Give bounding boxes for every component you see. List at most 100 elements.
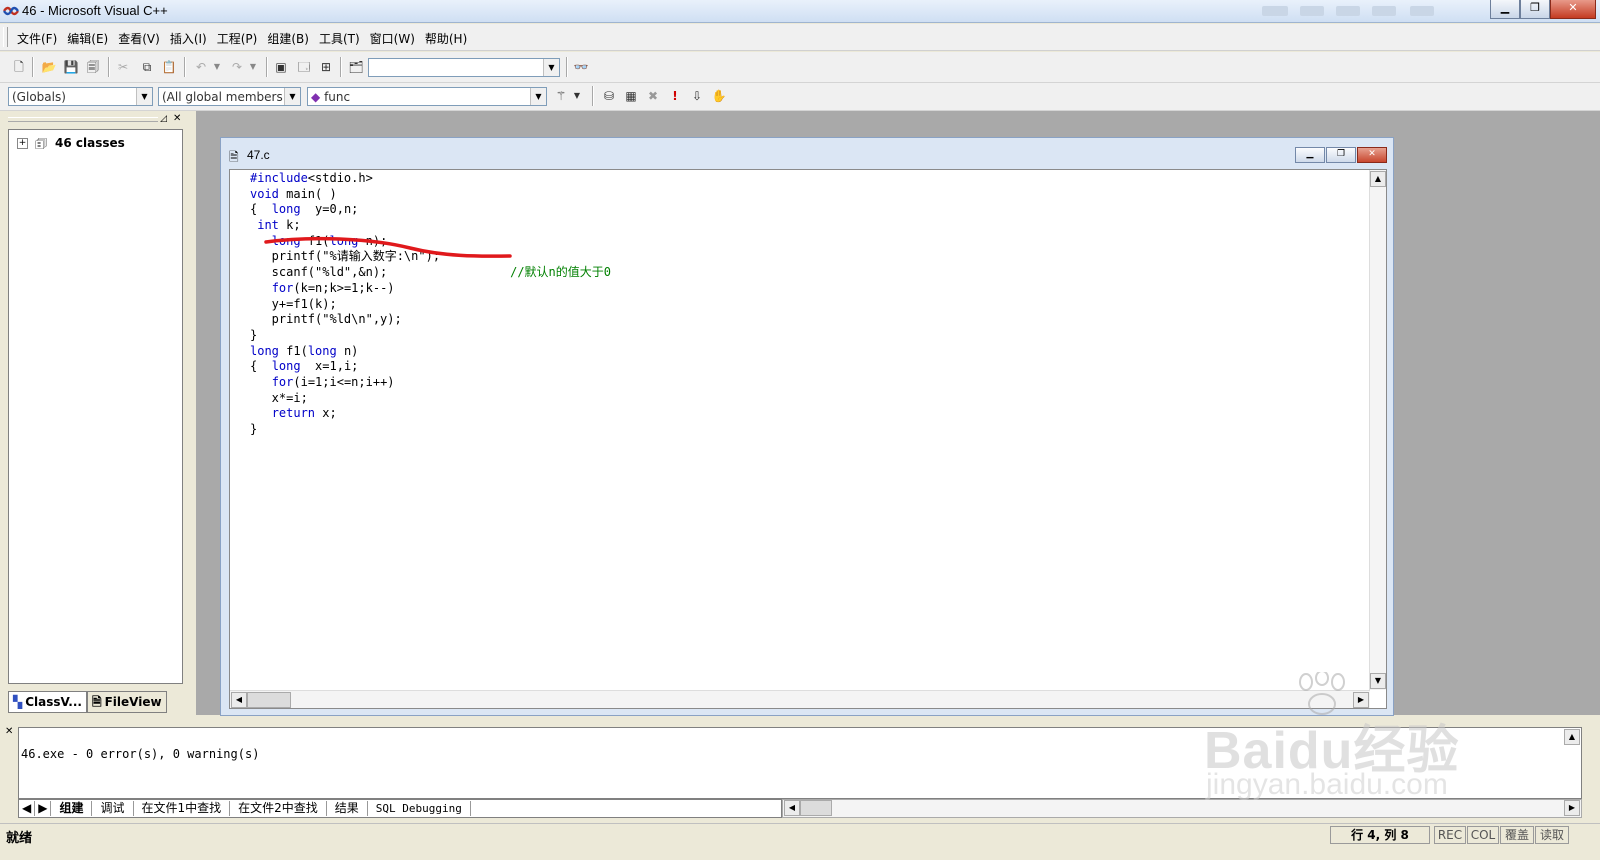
tree-root-label[interactable]: 46 classes bbox=[55, 136, 125, 150]
code-line[interactable]: } bbox=[250, 422, 611, 438]
menu-edit[interactable]: 编辑(E) bbox=[62, 30, 113, 47]
code-editor[interactable]: #include<stdio.h> void main( ){ long y=0,… bbox=[229, 169, 1387, 709]
scroll-left-button[interactable]: ◀ bbox=[784, 800, 800, 816]
execute-button[interactable]: ! bbox=[666, 87, 684, 105]
doc-maximize-button[interactable]: ❐ bbox=[1326, 147, 1356, 163]
chevron-down-icon[interactable]: ▼ bbox=[530, 88, 546, 105]
tab-sql-debugging[interactable]: SQL Debugging bbox=[368, 801, 471, 816]
menu-project[interactable]: 工程(P) bbox=[212, 30, 263, 47]
tab-classview[interactable]: ▚ ClassV... bbox=[8, 691, 87, 713]
find-in-files-button[interactable]: 🗂 bbox=[347, 58, 365, 76]
go-button[interactable]: ⇩ bbox=[688, 87, 706, 105]
vertical-scrollbar[interactable]: ▲ ▼ bbox=[1369, 170, 1386, 690]
menu-window[interactable]: 窗口(W) bbox=[365, 30, 420, 47]
menu-tools[interactable]: 工具(T) bbox=[314, 30, 365, 47]
output-text-area[interactable]: 46.exe - 0 error(s), 0 warning(s) ▲ bbox=[18, 727, 1582, 799]
paste-button[interactable]: 📋 bbox=[160, 58, 178, 76]
restore-icon: ◿ bbox=[160, 114, 167, 124]
tab-find-in-files-2[interactable]: 在文件2中查找 bbox=[230, 801, 327, 816]
code-line[interactable]: { long y=0,n; bbox=[250, 202, 611, 218]
code-line[interactable]: { long x=1,i; bbox=[250, 359, 611, 375]
scroll-left-button[interactable]: ◀ bbox=[231, 692, 247, 708]
chevron-down-icon[interactable]: ▼ bbox=[136, 88, 152, 105]
menu-build[interactable]: 组建(B) bbox=[262, 30, 314, 47]
scroll-right-button[interactable]: ▶ bbox=[1353, 692, 1369, 708]
cut-button[interactable]: ✂ bbox=[114, 58, 132, 76]
code-line[interactable]: void main( ) bbox=[250, 187, 611, 203]
output-window-button[interactable]: 🗔 bbox=[295, 58, 313, 76]
output-horizontal-scrollbar[interactable]: ◀ ▶ bbox=[782, 799, 1582, 818]
code-line[interactable]: } bbox=[250, 328, 611, 344]
toolbar-grip[interactable] bbox=[3, 27, 8, 47]
wizard-action-dropdown[interactable]: ▼ bbox=[568, 87, 586, 105]
tab-results[interactable]: 结果 bbox=[327, 801, 368, 816]
class-combo[interactable]: (Globals) ▼ bbox=[8, 87, 153, 106]
restore-button[interactable]: ❐ bbox=[1520, 0, 1550, 19]
code-line[interactable]: y+=f1(k); bbox=[250, 297, 611, 313]
compile-button[interactable]: ⛁ bbox=[600, 87, 618, 105]
code-text: { bbox=[250, 202, 272, 217]
code-line[interactable]: #include<stdio.h> bbox=[250, 171, 611, 187]
chevron-down-icon[interactable]: ▼ bbox=[543, 59, 559, 76]
blurred-taskbar-item bbox=[1372, 6, 1396, 16]
horizontal-scroll-thumb[interactable] bbox=[247, 692, 291, 708]
toolbar-separator bbox=[340, 57, 342, 77]
copy-button[interactable]: ⧉ bbox=[138, 58, 156, 76]
tab-build[interactable]: 组建 bbox=[51, 801, 93, 816]
code-text: <stdio.h> bbox=[307, 171, 373, 185]
panel-restore-button[interactable]: ◿ bbox=[160, 114, 167, 124]
tab-scroll-left-button[interactable]: ◀ bbox=[19, 801, 36, 816]
undo-dropdown[interactable]: ▼ bbox=[208, 58, 226, 76]
panel-close-button[interactable]: ✕ bbox=[173, 113, 181, 124]
workspace-button[interactable]: ▣ bbox=[272, 58, 290, 76]
code-line[interactable]: return x; bbox=[250, 406, 611, 422]
class-tree[interactable]: + 🗊 46 classes bbox=[8, 129, 183, 684]
panel-grip[interactable] bbox=[8, 117, 158, 122]
menu-view[interactable]: 查看(V) bbox=[113, 30, 165, 47]
breakpoint-button[interactable]: ✋ bbox=[710, 87, 728, 105]
build-button[interactable]: ▦ bbox=[622, 87, 640, 105]
minimize-button[interactable]: ▁ bbox=[1490, 0, 1520, 19]
filter-combo[interactable]: (All global members ▼ bbox=[158, 87, 301, 106]
output-panel: ✕ 46.exe - 0 error(s), 0 warning(s) ▲ ◀ … bbox=[0, 723, 1600, 820]
code-line[interactable]: for(k=n;k>=1;k--) bbox=[250, 281, 611, 297]
menu-insert[interactable]: 插入(I) bbox=[165, 30, 212, 47]
code-line[interactable]: for(i=1;i<=n;i++) bbox=[250, 375, 611, 391]
tab-scroll-right-button[interactable]: ▶ bbox=[35, 801, 52, 816]
new-file-button[interactable]: 🗋 bbox=[10, 58, 28, 76]
output-scroll-up-button[interactable]: ▲ bbox=[1564, 729, 1580, 745]
redo-dropdown[interactable]: ▼ bbox=[244, 58, 262, 76]
code-line[interactable]: printf("%ld\n",y); bbox=[250, 312, 611, 328]
open-button[interactable]: 📂 bbox=[40, 58, 58, 76]
scroll-down-button[interactable]: ▼ bbox=[1370, 673, 1386, 689]
member-combo[interactable]: ◆ func ▼ bbox=[307, 87, 547, 106]
doc-minimize-button[interactable]: ▁ bbox=[1295, 147, 1325, 163]
menu-file[interactable]: 文件(F) bbox=[12, 30, 62, 47]
code-area[interactable]: #include<stdio.h> void main( ){ long y=0,… bbox=[250, 171, 611, 438]
close-button[interactable]: ✕ bbox=[1550, 0, 1596, 19]
save-all-button[interactable]: 🗐 bbox=[84, 58, 102, 76]
find-button[interactable]: 👓 bbox=[572, 58, 590, 76]
output-close-button[interactable]: ✕ bbox=[5, 726, 13, 737]
output-scroll-thumb[interactable] bbox=[800, 800, 832, 816]
chevron-down-icon[interactable]: ▼ bbox=[284, 88, 300, 105]
code-keyword: #include bbox=[250, 171, 308, 185]
menu-help[interactable]: 帮助(H) bbox=[420, 30, 472, 47]
tree-expand-button[interactable]: + bbox=[17, 138, 28, 149]
find-combo[interactable]: ▼ bbox=[368, 58, 560, 77]
code-line[interactable]: long f1(long n) bbox=[250, 344, 611, 360]
find-in-files-icon: 🗂 bbox=[348, 60, 364, 74]
tab-find-in-files-1[interactable]: 在文件1中查找 bbox=[134, 801, 231, 816]
tab-fileview[interactable]: 🗎 FileView bbox=[86, 691, 167, 713]
tab-debug[interactable]: 调试 bbox=[92, 801, 134, 816]
window-list-button[interactable]: ⊞ bbox=[317, 58, 335, 76]
workspace-icon: ▣ bbox=[275, 60, 287, 74]
code-line[interactable]: x*=i; bbox=[250, 391, 611, 407]
stop-build-button[interactable]: ✖ bbox=[644, 87, 662, 105]
doc-close-button[interactable]: ✕ bbox=[1357, 147, 1387, 163]
scroll-right-button[interactable]: ▶ bbox=[1564, 800, 1580, 816]
horizontal-scrollbar[interactable]: ◀ ▶ bbox=[230, 690, 1370, 708]
save-button[interactable]: 💾 bbox=[62, 58, 80, 76]
scroll-up-button[interactable]: ▲ bbox=[1370, 171, 1386, 187]
